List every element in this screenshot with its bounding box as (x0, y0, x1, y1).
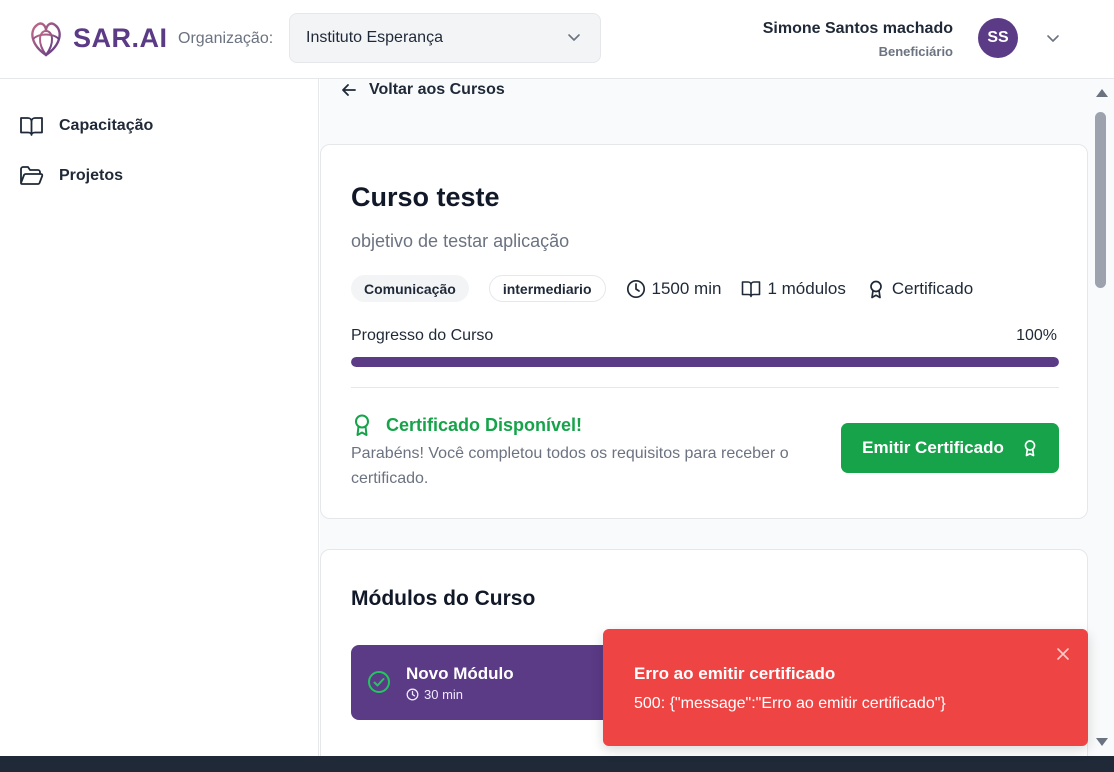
organization-label: Organização: (178, 30, 274, 47)
scrollbar-thumb[interactable] (1095, 112, 1106, 288)
user-role: Beneficiário (878, 44, 953, 59)
toast-title: Erro ao emitir certificado (634, 664, 836, 683)
certificate-meta-text: Certificado (891, 278, 974, 298)
arrow-left-icon (342, 84, 356, 96)
vertical-scrollbar[interactable] (1090, 79, 1114, 756)
sidebar-item-label: Capacitação (59, 117, 154, 134)
user-name: Simone Santos machado (762, 20, 953, 37)
modules-count-text: 1 módulos (767, 278, 846, 298)
module-name: Novo Módulo (406, 664, 514, 683)
sidebar: Capacitação Projetos (0, 79, 319, 756)
logo[interactable]: SAR.AI (27, 17, 168, 59)
award-icon (355, 414, 369, 436)
module-duration-text: 30 min (424, 687, 464, 702)
duration-text: 1500 min (651, 278, 722, 298)
modules-heading: Módulos do Curso (351, 587, 536, 610)
error-toast: Erro ao emitir certificado 500: {"messag… (603, 629, 1088, 746)
course-meta: Comunicação intermediario 1500 min 1 mód… (351, 275, 993, 302)
logo-text: SAR.AI (73, 22, 168, 53)
certificate-description: Parabéns! Você completou todos os requis… (351, 445, 789, 487)
clock-icon (406, 688, 419, 701)
divider (351, 387, 1059, 388)
duration-meta: 1500 min (626, 278, 722, 299)
sidebar-item-projetos[interactable]: Projetos (19, 165, 123, 187)
progress-percent: 100% (1016, 327, 1057, 344)
issue-certificate-label: Emitir Certificado (862, 438, 1004, 457)
sidebar-item-capacitacao[interactable]: Capacitação (19, 115, 153, 137)
category-tag: Comunicação (351, 275, 469, 302)
issue-certificate-button[interactable]: Emitir Certificado (841, 423, 1059, 473)
award-icon (870, 280, 882, 298)
certificate-title-text: Certificado Disponível! (386, 414, 583, 435)
level-tag: intermediario (488, 275, 606, 302)
progress-bar (351, 357, 1059, 367)
module-duration: 30 min (406, 687, 463, 702)
window-bottom-edge (0, 756, 1114, 772)
clock-icon (626, 279, 645, 298)
top-header: SAR.AI Organização: Instituto Esperança … (0, 0, 1114, 79)
user-menu-chevron-icon[interactable] (1045, 30, 1061, 46)
certificate-available-title: Certificado Disponível! (351, 413, 582, 437)
organization-selected-value: Instituto Esperança (306, 29, 443, 46)
scroll-down-arrow-icon[interactable] (1096, 738, 1108, 746)
folder-open-icon (20, 166, 44, 185)
book-open-icon (20, 117, 43, 136)
progress-bar-fill (351, 357, 1059, 367)
progress-label: Progresso do Curso (351, 327, 494, 344)
chevron-down-icon (568, 34, 580, 41)
course-subtitle: objetivo de testar aplicação (351, 231, 570, 251)
organization-select[interactable]: Instituto Esperança (289, 13, 601, 63)
sidebar-item-label: Projetos (59, 167, 124, 184)
avatar[interactable]: SS (978, 18, 1018, 58)
scroll-up-arrow-icon[interactable] (1096, 89, 1108, 97)
course-card: Curso teste objetivo de testar aplicação… (320, 144, 1088, 519)
course-title: Curso teste (351, 182, 500, 212)
check-circle-icon (368, 671, 390, 693)
award-icon (1024, 440, 1036, 457)
toast-message: 500: {"message":"Erro ao emitir certific… (634, 695, 946, 712)
back-to-courses-link[interactable]: Voltar aos Cursos (341, 81, 505, 99)
logo-mark-icon (31, 22, 61, 57)
close-icon[interactable] (1056, 647, 1070, 661)
certificate-meta: Certificado (866, 279, 973, 299)
modules-meta: 1 módulos (741, 278, 846, 299)
back-label: Voltar aos Cursos (369, 81, 505, 98)
book-open-icon (742, 280, 761, 297)
